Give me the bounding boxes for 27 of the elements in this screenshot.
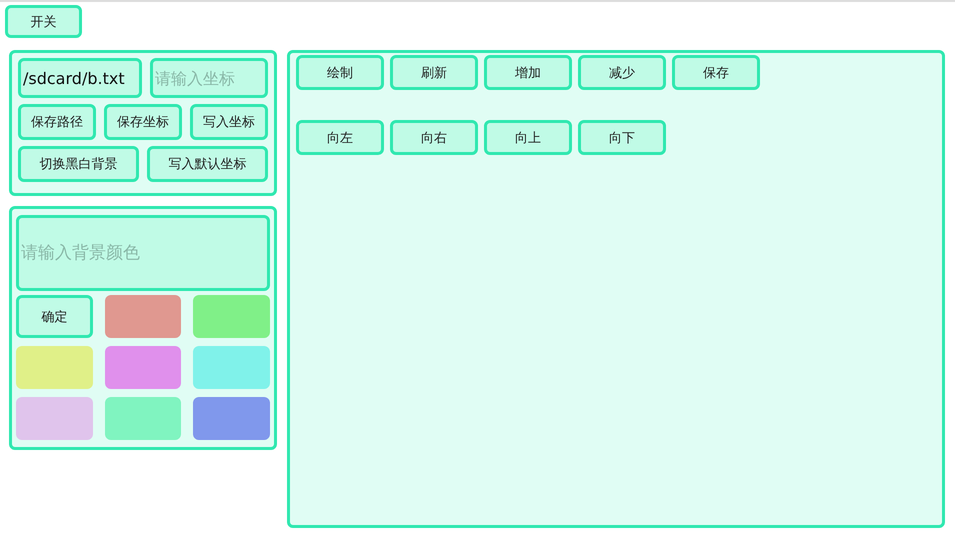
color-field[interactable]: 请输入背景颜色 — [16, 215, 270, 291]
color-swatch[interactable] — [193, 346, 270, 389]
action-button[interactable]: 向左 — [296, 120, 384, 155]
color-swatch[interactable] — [104, 346, 182, 389]
color-swatch[interactable] — [193, 397, 270, 440]
action-button[interactable]: 切换黑白背景 — [18, 146, 139, 182]
action-button[interactable]: 减少 — [578, 55, 666, 90]
coordinate-field[interactable]: 请输入坐标 — [150, 58, 268, 98]
action-button[interactable]: 向下 — [578, 120, 666, 155]
action-button[interactable]: 向上 — [484, 120, 572, 155]
toggle-button[interactable]: 开关 — [5, 5, 82, 38]
color-swatch[interactable] — [104, 295, 182, 338]
color-swatch[interactable] — [16, 346, 93, 389]
action-button[interactable]: 刷新 — [390, 55, 478, 90]
action-button[interactable]: 保存坐标 — [104, 104, 182, 140]
action-button[interactable]: 保存 — [672, 55, 760, 90]
action-button[interactable]: 保存路径 — [18, 104, 96, 140]
confirm-button[interactable]: 确定 — [16, 295, 93, 338]
action-button[interactable]: 向右 — [390, 120, 478, 155]
color-swatch[interactable] — [16, 397, 93, 440]
color-swatch[interactable] — [193, 295, 270, 338]
path-field[interactable]: /sdcard/b.txt — [18, 58, 142, 98]
action-button[interactable]: 写入默认坐标 — [147, 146, 268, 182]
action-button[interactable]: 绘制 — [296, 55, 384, 90]
color-swatch[interactable] — [104, 397, 182, 440]
action-button[interactable]: 增加 — [484, 55, 572, 90]
action-button[interactable]: 写入坐标 — [190, 104, 268, 140]
